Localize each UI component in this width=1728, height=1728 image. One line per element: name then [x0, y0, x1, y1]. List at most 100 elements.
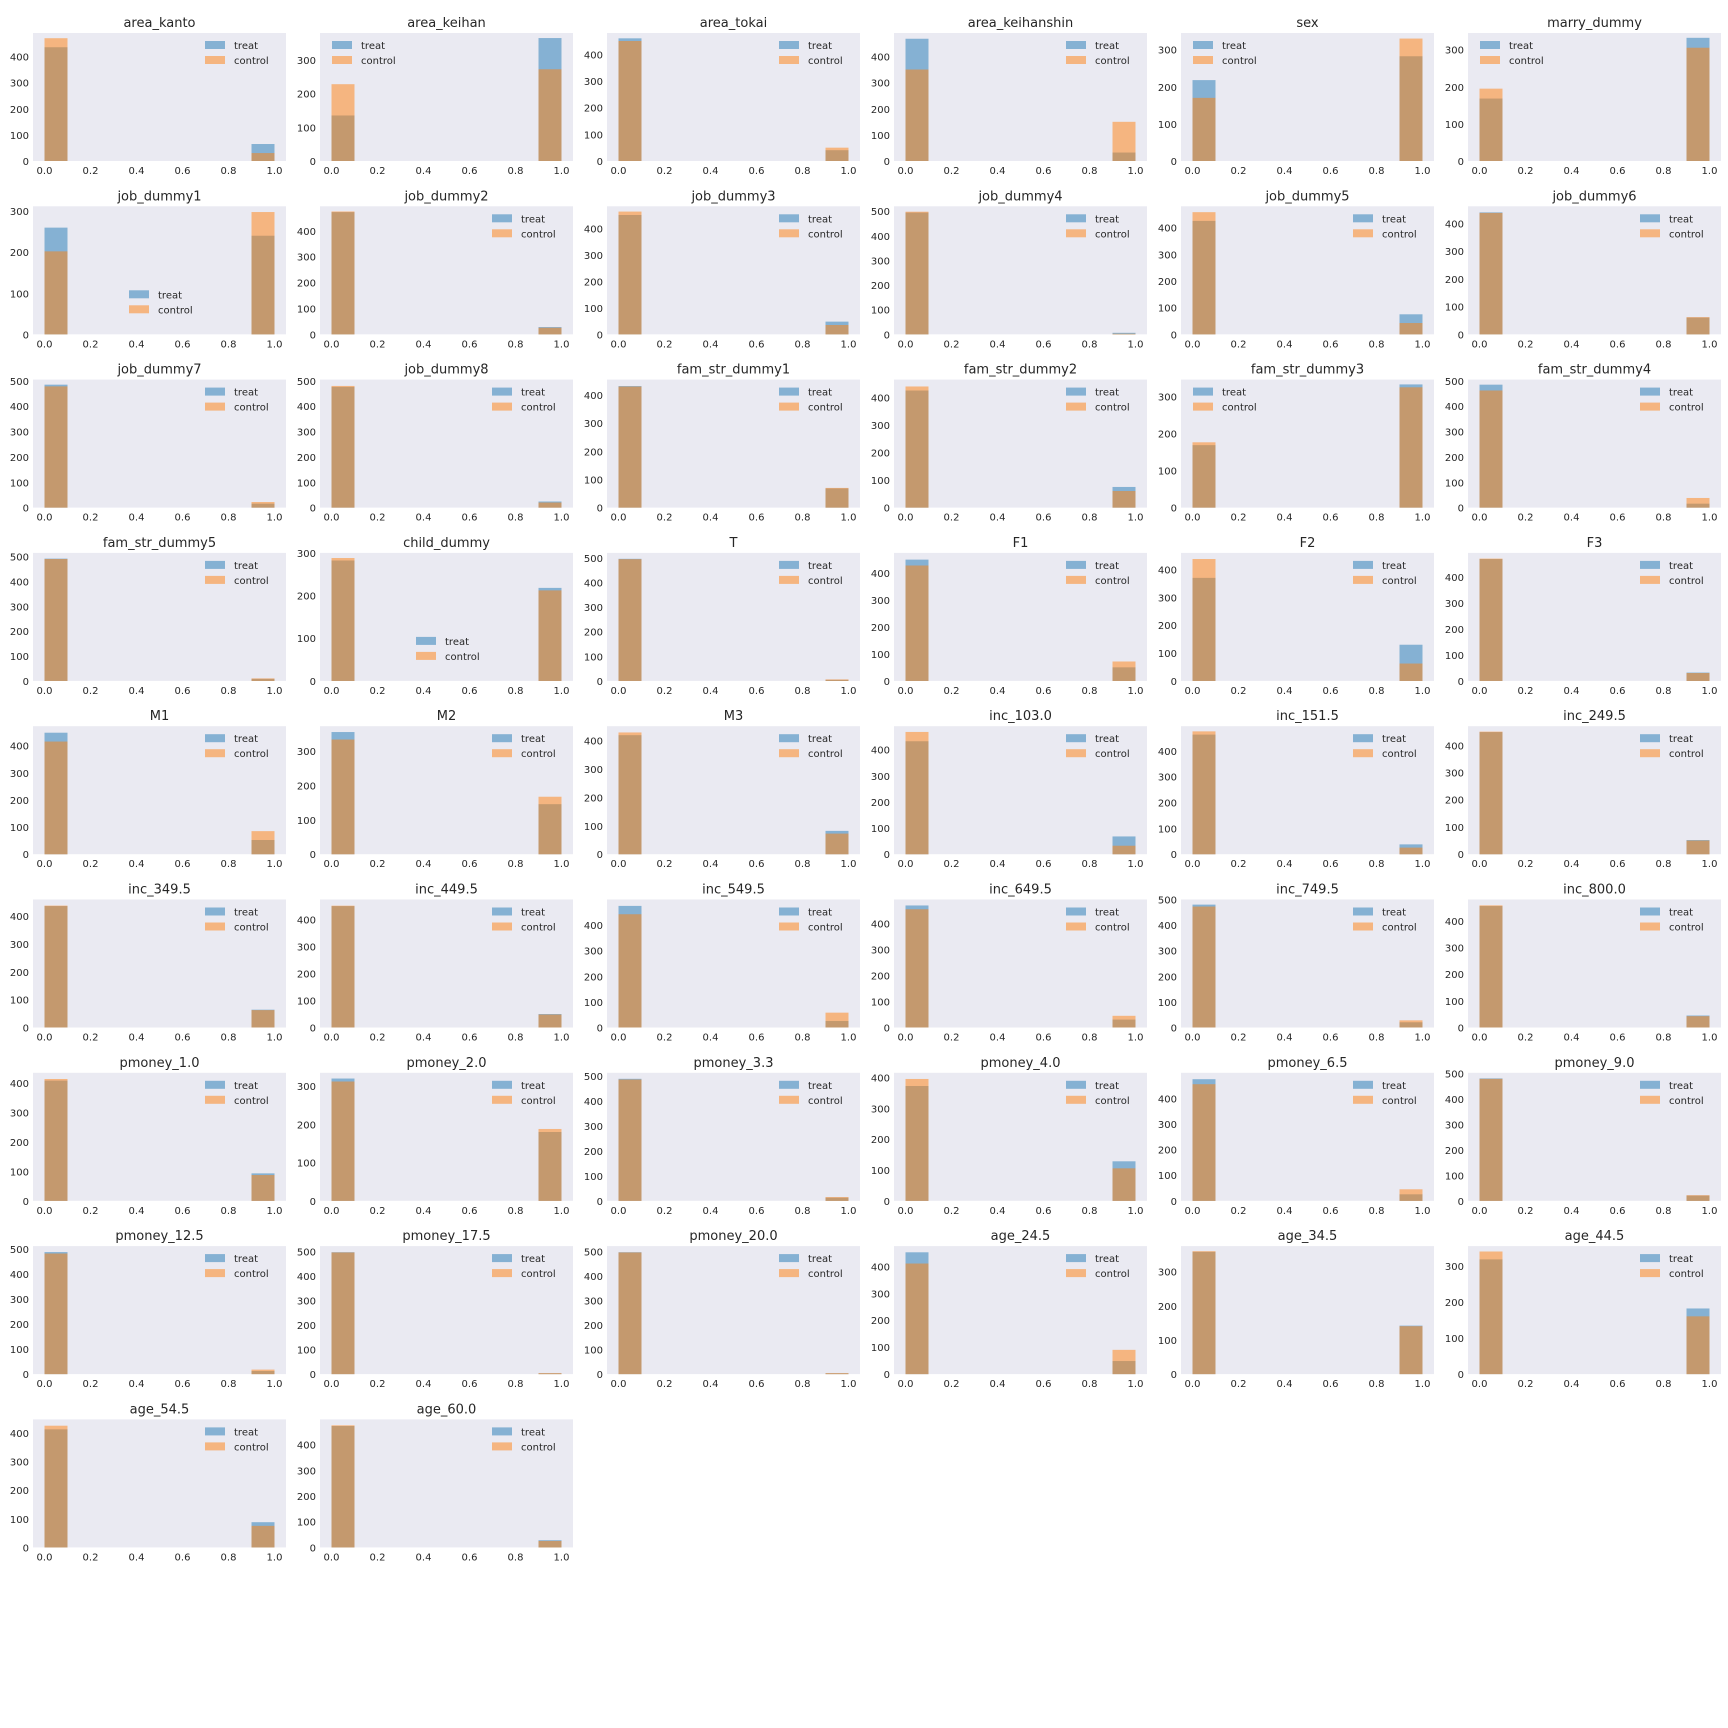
- x-tick-label: 1.0: [554, 339, 570, 350]
- y-tick-label: 500: [584, 554, 603, 565]
- x-tick-label: 0.4: [1564, 339, 1580, 350]
- y-tick-label: 100: [297, 816, 316, 827]
- legend-label-control: control: [521, 403, 556, 414]
- x-tick-label: 0.0: [324, 686, 340, 697]
- y-tick-label: 200: [1445, 83, 1464, 94]
- overlap-bar: [1112, 845, 1136, 855]
- y-tick-label: 400: [10, 402, 29, 413]
- y-tick-label: 500: [584, 1072, 603, 1083]
- x-tick-label: 0.8: [1369, 1033, 1385, 1044]
- y-tick-label: 0: [310, 1370, 316, 1381]
- overlap-bar: [251, 153, 275, 161]
- x-tick-label: 0.4: [703, 1033, 719, 1044]
- axes-background: [607, 1072, 860, 1201]
- x-tick-label: 1.0: [267, 686, 283, 697]
- x-tick-label: 0.0: [611, 859, 627, 870]
- y-tick-label: 0: [310, 504, 316, 515]
- x-tick-label: 0.8: [221, 339, 237, 350]
- overlap-bar: [251, 1010, 275, 1028]
- x-tick-label: 0.6: [1610, 686, 1626, 697]
- legend-label-treat: treat: [1095, 1081, 1119, 1092]
- x-tick-label: 0.0: [898, 1033, 914, 1044]
- x-tick-label: 0.0: [37, 1206, 53, 1217]
- y-tick-label: 100: [10, 131, 29, 142]
- y-tick-label: 300: [1445, 428, 1464, 439]
- x-tick-label: 0.6: [1036, 1033, 1052, 1044]
- legend-label-control: control: [1095, 229, 1130, 240]
- y-tick-label: 400: [584, 50, 603, 61]
- legend-label-control: control: [521, 1442, 556, 1453]
- legend-label-treat: treat: [1095, 908, 1119, 919]
- x-tick-label: 0.2: [1518, 1206, 1534, 1217]
- x-tick-label: 0.0: [324, 1379, 340, 1390]
- legend-label-control: control: [808, 576, 843, 587]
- x-tick-label: 0.4: [416, 1033, 432, 1044]
- legend-swatch-control: [205, 575, 225, 584]
- subplot-title: inc_749.5: [1276, 883, 1339, 898]
- legend-swatch-control: [1193, 402, 1213, 411]
- x-tick-label: 0.0: [898, 339, 914, 350]
- x-tick-label: 0.8: [221, 859, 237, 870]
- y-tick-label: 0: [23, 1024, 29, 1035]
- x-tick-label: 0.6: [1610, 339, 1626, 350]
- x-tick-label: 1.0: [841, 859, 857, 870]
- y-tick-label: 0: [597, 504, 603, 515]
- y-tick-label: 300: [10, 207, 29, 218]
- legend-label-treat: treat: [808, 41, 832, 52]
- x-tick-label: 0.8: [1369, 513, 1385, 524]
- overlap-bar: [251, 1371, 275, 1375]
- x-tick-label: 0.2: [370, 339, 386, 350]
- x-tick-label: 0.6: [1610, 166, 1626, 177]
- legend-swatch-treat: [205, 1254, 225, 1263]
- legend-label-treat: treat: [1669, 1254, 1693, 1265]
- x-tick-label: 0.2: [1518, 686, 1534, 697]
- y-tick-label: 400: [584, 391, 603, 402]
- overlap-bar: [825, 1021, 849, 1028]
- y-tick-label: 400: [1445, 402, 1464, 413]
- legend-label-treat: treat: [1382, 908, 1406, 919]
- legend-label-treat: treat: [1669, 1081, 1693, 1092]
- overlap-bar: [618, 215, 642, 335]
- axes-background: [1181, 1246, 1434, 1375]
- axes-background: [1468, 726, 1721, 855]
- x-tick-label: 0.0: [37, 1552, 53, 1563]
- subplot-inc_549.5: inc_549.5 0 100 200 300 400 0.0 0.2 0.4 0.6 0.8 1.0…: [584, 883, 860, 1044]
- x-tick-label: 0.6: [1036, 686, 1052, 697]
- x-tick-label: 0.0: [324, 513, 340, 524]
- legend-label-treat: treat: [1669, 388, 1693, 399]
- legend-swatch-treat: [1353, 734, 1373, 743]
- legend-swatch-treat: [1640, 387, 1660, 396]
- x-tick-label: 0.2: [83, 1379, 99, 1390]
- legend-label-control: control: [1382, 749, 1417, 760]
- x-tick-label: 0.4: [1564, 1206, 1580, 1217]
- y-tick-label: 0: [597, 157, 603, 168]
- subplot-title: inc_549.5: [702, 883, 765, 898]
- y-tick-label: 100: [297, 123, 316, 134]
- x-tick-label: 0.2: [83, 1552, 99, 1563]
- legend-label-treat: treat: [234, 1081, 258, 1092]
- overlap-bar: [1479, 559, 1503, 681]
- y-tick-label: 0: [1171, 850, 1177, 861]
- y-tick-label: 400: [871, 569, 890, 580]
- axes-background: [607, 379, 860, 508]
- subplot-fam_str_dummy5: fam_str_dummy5 0 100 200 300 400 500 0.0 0.2 0.4 0…: [10, 536, 286, 697]
- legend-label-treat: treat: [808, 1254, 832, 1265]
- subplot-pmoney_1.0: pmoney_1.0 0 100 200 300 400 0.0 0.2 0.4 0.6 0.8 1.…: [10, 1056, 286, 1217]
- y-tick-label: 100: [297, 997, 316, 1008]
- y-tick-label: 0: [310, 330, 316, 341]
- overlap-bar: [1479, 732, 1503, 855]
- y-tick-label: 100: [10, 1345, 29, 1356]
- legend-label-treat: treat: [1382, 734, 1406, 745]
- x-tick-label: 0.2: [944, 1206, 960, 1217]
- x-tick-label: 1.0: [1702, 513, 1718, 524]
- y-tick-label: 300: [584, 1297, 603, 1308]
- overlap-bar: [1192, 577, 1216, 681]
- subplot-title: pmoney_9.0: [1555, 1056, 1635, 1071]
- y-tick-label: 200: [1158, 429, 1177, 440]
- x-tick-label: 0.6: [175, 859, 191, 870]
- legend-label-treat: treat: [521, 1254, 545, 1265]
- y-tick-label: 300: [584, 251, 603, 262]
- y-tick-label: 400: [1158, 566, 1177, 577]
- legend-swatch-treat: [1640, 1080, 1660, 1089]
- overlap-bar: [1192, 1251, 1216, 1375]
